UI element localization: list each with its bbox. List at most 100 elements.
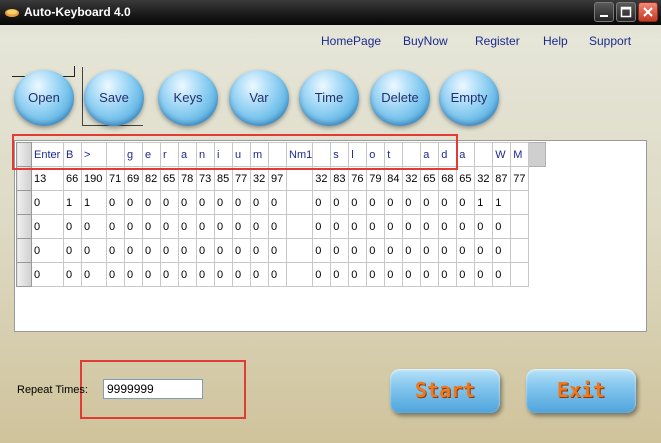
grid-cell[interactable]: 0 bbox=[366, 190, 386, 215]
grid-cell[interactable]: 0 bbox=[456, 214, 476, 239]
grid-cell[interactable]: 0 bbox=[492, 262, 512, 287]
var-button[interactable]: Var bbox=[229, 70, 289, 126]
grid-cell[interactable]: 0 bbox=[438, 214, 458, 239]
grid-cell[interactable]: 1 bbox=[81, 190, 107, 215]
grid-cell[interactable]: 0 bbox=[31, 190, 64, 215]
grid-cell[interactable]: 0 bbox=[268, 262, 287, 287]
grid-cell[interactable] bbox=[474, 142, 494, 167]
homepage-link[interactable]: HomePage bbox=[321, 34, 381, 48]
grid-cell[interactable]: 0 bbox=[366, 214, 386, 239]
grid-cell[interactable] bbox=[106, 142, 125, 167]
grid-cell[interactable] bbox=[510, 238, 530, 263]
exit-button[interactable]: Exit bbox=[526, 369, 636, 413]
empty-button[interactable]: Empty bbox=[439, 70, 499, 126]
grid-cell[interactable] bbox=[285, 166, 314, 191]
grid-row[interactable]: 000000000000000000000000 bbox=[16, 238, 546, 263]
grid-cell[interactable]: 0 bbox=[160, 214, 179, 239]
grid-cell[interactable]: 87 bbox=[492, 166, 512, 191]
grid-cell[interactable]: e bbox=[142, 142, 161, 167]
grid-cell[interactable]: 0 bbox=[106, 190, 125, 215]
delete-button[interactable]: Delete bbox=[370, 70, 430, 126]
grid-cell[interactable]: 0 bbox=[142, 262, 161, 287]
grid-cell[interactable]: 0 bbox=[232, 262, 251, 287]
grid-cell[interactable]: 0 bbox=[196, 190, 215, 215]
grid-cell[interactable]: 0 bbox=[250, 190, 269, 215]
grid-cell[interactable]: 0 bbox=[438, 262, 458, 287]
grid-cell[interactable]: 0 bbox=[31, 262, 64, 287]
grid-cell[interactable]: Nm1 bbox=[285, 142, 314, 167]
grid-cell[interactable]: 32 bbox=[402, 166, 422, 191]
grid-cell[interactable]: 76 bbox=[348, 166, 368, 191]
grid-cell[interactable]: 0 bbox=[474, 238, 494, 263]
repeat-times-input[interactable] bbox=[103, 379, 203, 399]
grid-cell[interactable]: 0 bbox=[312, 190, 332, 215]
start-button[interactable]: Start bbox=[390, 369, 500, 413]
grid-cell[interactable]: 0 bbox=[214, 262, 233, 287]
grid-cell[interactable]: 0 bbox=[330, 214, 350, 239]
grid-cell[interactable]: 0 bbox=[492, 214, 512, 239]
grid-cell[interactable]: 0 bbox=[402, 238, 422, 263]
save-button[interactable]: Save bbox=[84, 70, 144, 126]
grid-cell[interactable]: 77 bbox=[510, 166, 530, 191]
grid-cell[interactable]: a bbox=[178, 142, 197, 167]
grid-cell[interactable]: 0 bbox=[384, 238, 404, 263]
grid-cell[interactable]: 0 bbox=[438, 238, 458, 263]
grid-cell[interactable]: 0 bbox=[63, 262, 82, 287]
grid-cell[interactable]: 0 bbox=[178, 238, 197, 263]
grid-cell[interactable]: 82 bbox=[142, 166, 161, 191]
grid-cell[interactable]: t bbox=[384, 142, 404, 167]
grid-cell[interactable]: 65 bbox=[420, 166, 440, 191]
grid-cell[interactable]: 0 bbox=[330, 238, 350, 263]
grid-cell[interactable]: 0 bbox=[63, 214, 82, 239]
grid-cell[interactable]: 1 bbox=[474, 190, 494, 215]
grid-cell[interactable] bbox=[510, 214, 530, 239]
grid-cell[interactable]: 190 bbox=[81, 166, 107, 191]
grid-cell[interactable]: 0 bbox=[330, 190, 350, 215]
grid-cell[interactable]: 0 bbox=[420, 190, 440, 215]
time-button[interactable]: Time bbox=[299, 70, 359, 126]
grid-cell[interactable]: 0 bbox=[160, 190, 179, 215]
grid-cell[interactable]: 0 bbox=[456, 238, 476, 263]
grid-cell[interactable]: 0 bbox=[214, 238, 233, 263]
row-header[interactable] bbox=[16, 214, 32, 239]
grid-cell[interactable]: 0 bbox=[142, 238, 161, 263]
grid-cell[interactable]: Enter bbox=[31, 142, 64, 167]
grid-cell[interactable] bbox=[285, 190, 314, 215]
row-header[interactable] bbox=[16, 142, 32, 167]
grid-cell[interactable]: 85 bbox=[214, 166, 233, 191]
grid-cell[interactable]: 66 bbox=[63, 166, 82, 191]
grid-cell[interactable]: 0 bbox=[214, 214, 233, 239]
row-header[interactable] bbox=[16, 238, 32, 263]
grid-cell[interactable]: 0 bbox=[384, 262, 404, 287]
grid-cell[interactable]: 0 bbox=[348, 262, 368, 287]
grid-cell[interactable] bbox=[285, 238, 314, 263]
grid-cell[interactable]: 0 bbox=[250, 262, 269, 287]
grid-cell[interactable] bbox=[285, 214, 314, 239]
row-header[interactable] bbox=[16, 190, 32, 215]
grid-cell[interactable]: 1 bbox=[492, 190, 512, 215]
grid-cell[interactable]: 0 bbox=[456, 190, 476, 215]
grid-cell[interactable]: 0 bbox=[196, 238, 215, 263]
grid-cell[interactable]: 0 bbox=[312, 214, 332, 239]
grid-cell[interactable] bbox=[510, 190, 530, 215]
grid-cell[interactable]: 84 bbox=[384, 166, 404, 191]
grid-cell[interactable]: 0 bbox=[268, 214, 287, 239]
grid-cell[interactable]: 0 bbox=[124, 262, 143, 287]
grid-cell[interactable]: 0 bbox=[81, 238, 107, 263]
help-link[interactable]: Help bbox=[543, 34, 568, 48]
grid-cell[interactable]: r bbox=[160, 142, 179, 167]
grid-cell[interactable]: 0 bbox=[384, 190, 404, 215]
grid-cell[interactable]: B bbox=[63, 142, 82, 167]
grid-cell[interactable] bbox=[268, 142, 287, 167]
grid-cell[interactable]: d bbox=[438, 142, 458, 167]
row-header[interactable] bbox=[16, 166, 32, 191]
grid-cell[interactable]: l bbox=[348, 142, 368, 167]
support-link[interactable]: Support bbox=[589, 34, 631, 48]
grid-cell[interactable]: 0 bbox=[214, 190, 233, 215]
grid-cell[interactable]: 0 bbox=[196, 262, 215, 287]
grid-cell[interactable]: 32 bbox=[474, 166, 494, 191]
title-bar[interactable]: Auto-Keyboard 4.0 bbox=[0, 0, 661, 25]
grid-cell[interactable]: 0 bbox=[63, 238, 82, 263]
grid-cell[interactable] bbox=[402, 142, 422, 167]
keys-button[interactable]: Keys bbox=[158, 70, 218, 126]
